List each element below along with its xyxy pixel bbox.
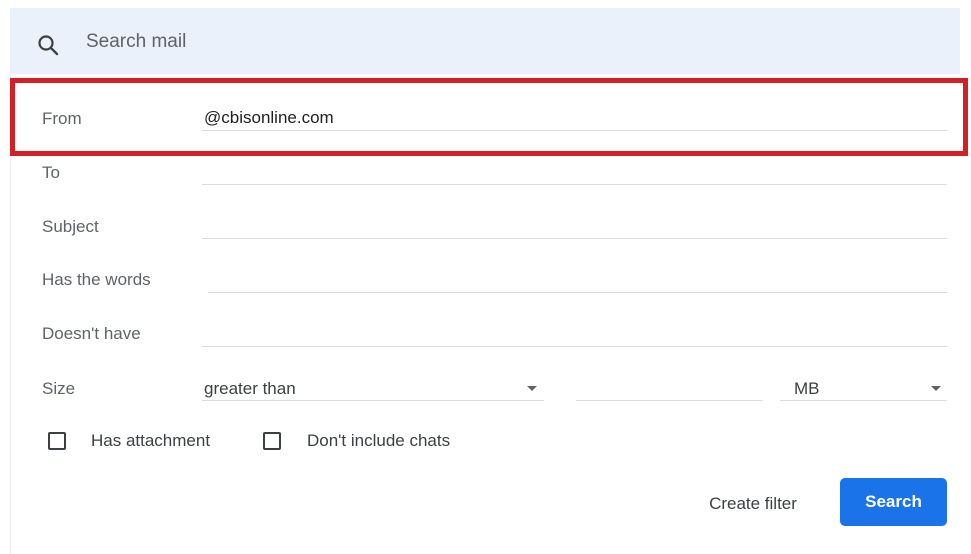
search-input[interactable]: Search mail xyxy=(86,31,186,53)
size-operator-underline xyxy=(202,400,544,401)
subject-label: Subject xyxy=(42,217,99,236)
doesnt-have-input[interactable] xyxy=(202,346,947,347)
from-label: From xyxy=(42,109,82,128)
advanced-search-panel xyxy=(10,74,967,554)
size-label: Size xyxy=(42,379,76,398)
size-unit-underline xyxy=(780,400,947,401)
size-amount-input[interactable] xyxy=(576,400,763,401)
subject-input[interactable] xyxy=(202,238,947,239)
to-label: To xyxy=(42,163,60,182)
size-operator-select[interactable]: greater than xyxy=(204,379,296,399)
chevron-down-icon[interactable] xyxy=(931,386,941,391)
doesnt-have-label: Doesn't have xyxy=(42,324,141,343)
dont-include-chats-checkbox[interactable] xyxy=(263,432,281,450)
search-button[interactable]: Search xyxy=(840,478,947,526)
from-underline xyxy=(202,130,947,131)
search-icon[interactable] xyxy=(36,33,60,57)
from-input[interactable]: @cbisonline.com xyxy=(204,108,334,128)
has-words-input[interactable] xyxy=(208,292,947,293)
has-attachment-label[interactable]: Has attachment xyxy=(91,431,210,451)
has-attachment-checkbox[interactable] xyxy=(48,432,66,450)
chevron-down-icon[interactable] xyxy=(527,386,537,391)
to-input[interactable] xyxy=(202,184,947,185)
size-unit-select[interactable]: MB xyxy=(794,379,820,399)
dont-include-chats-label[interactable]: Don't include chats xyxy=(307,431,450,451)
create-filter-button[interactable]: Create filter xyxy=(686,480,820,528)
has-words-label: Has the words xyxy=(42,270,151,289)
